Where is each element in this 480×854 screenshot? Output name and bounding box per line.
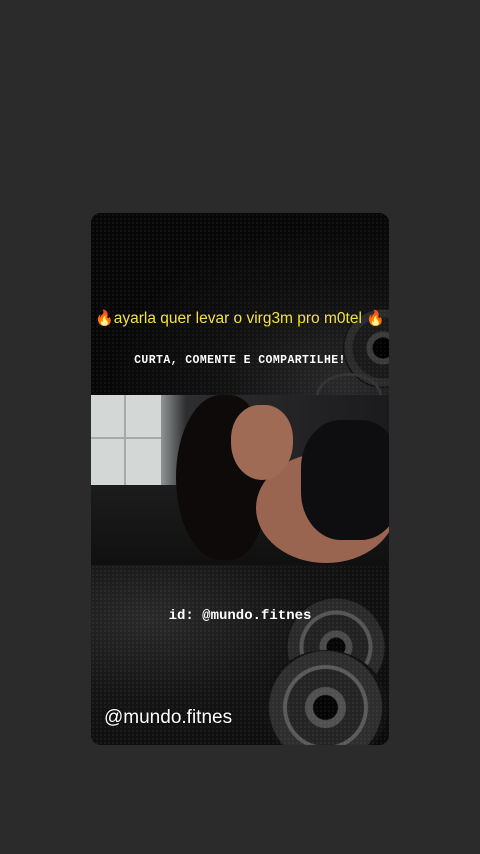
top-background (91, 213, 389, 419)
video-headline: 🔥ayarla quer levar o virg3m pro m0tel 🔥 (91, 309, 389, 328)
video-frame[interactable] (91, 395, 389, 565)
headline-text: ayarla quer levar o virg3m pro m0tel (113, 310, 362, 327)
account-id-text: id: @mundo.fitnes (168, 608, 312, 624)
tiled-wall (91, 395, 161, 485)
video-card[interactable]: 🔥ayarla quer levar o virg3m pro m0tel 🔥 … (91, 213, 389, 745)
fire-icon: 🔥 (95, 310, 114, 327)
fire-icon: 🔥 (366, 310, 385, 327)
person-face (231, 405, 293, 480)
account-watermark: @mundo.fitnes (104, 707, 233, 728)
weight-plate-image (263, 650, 388, 745)
person-top (301, 420, 389, 540)
call-to-action: CURTA, COMENTE E COMPARTILHE! (134, 354, 346, 367)
